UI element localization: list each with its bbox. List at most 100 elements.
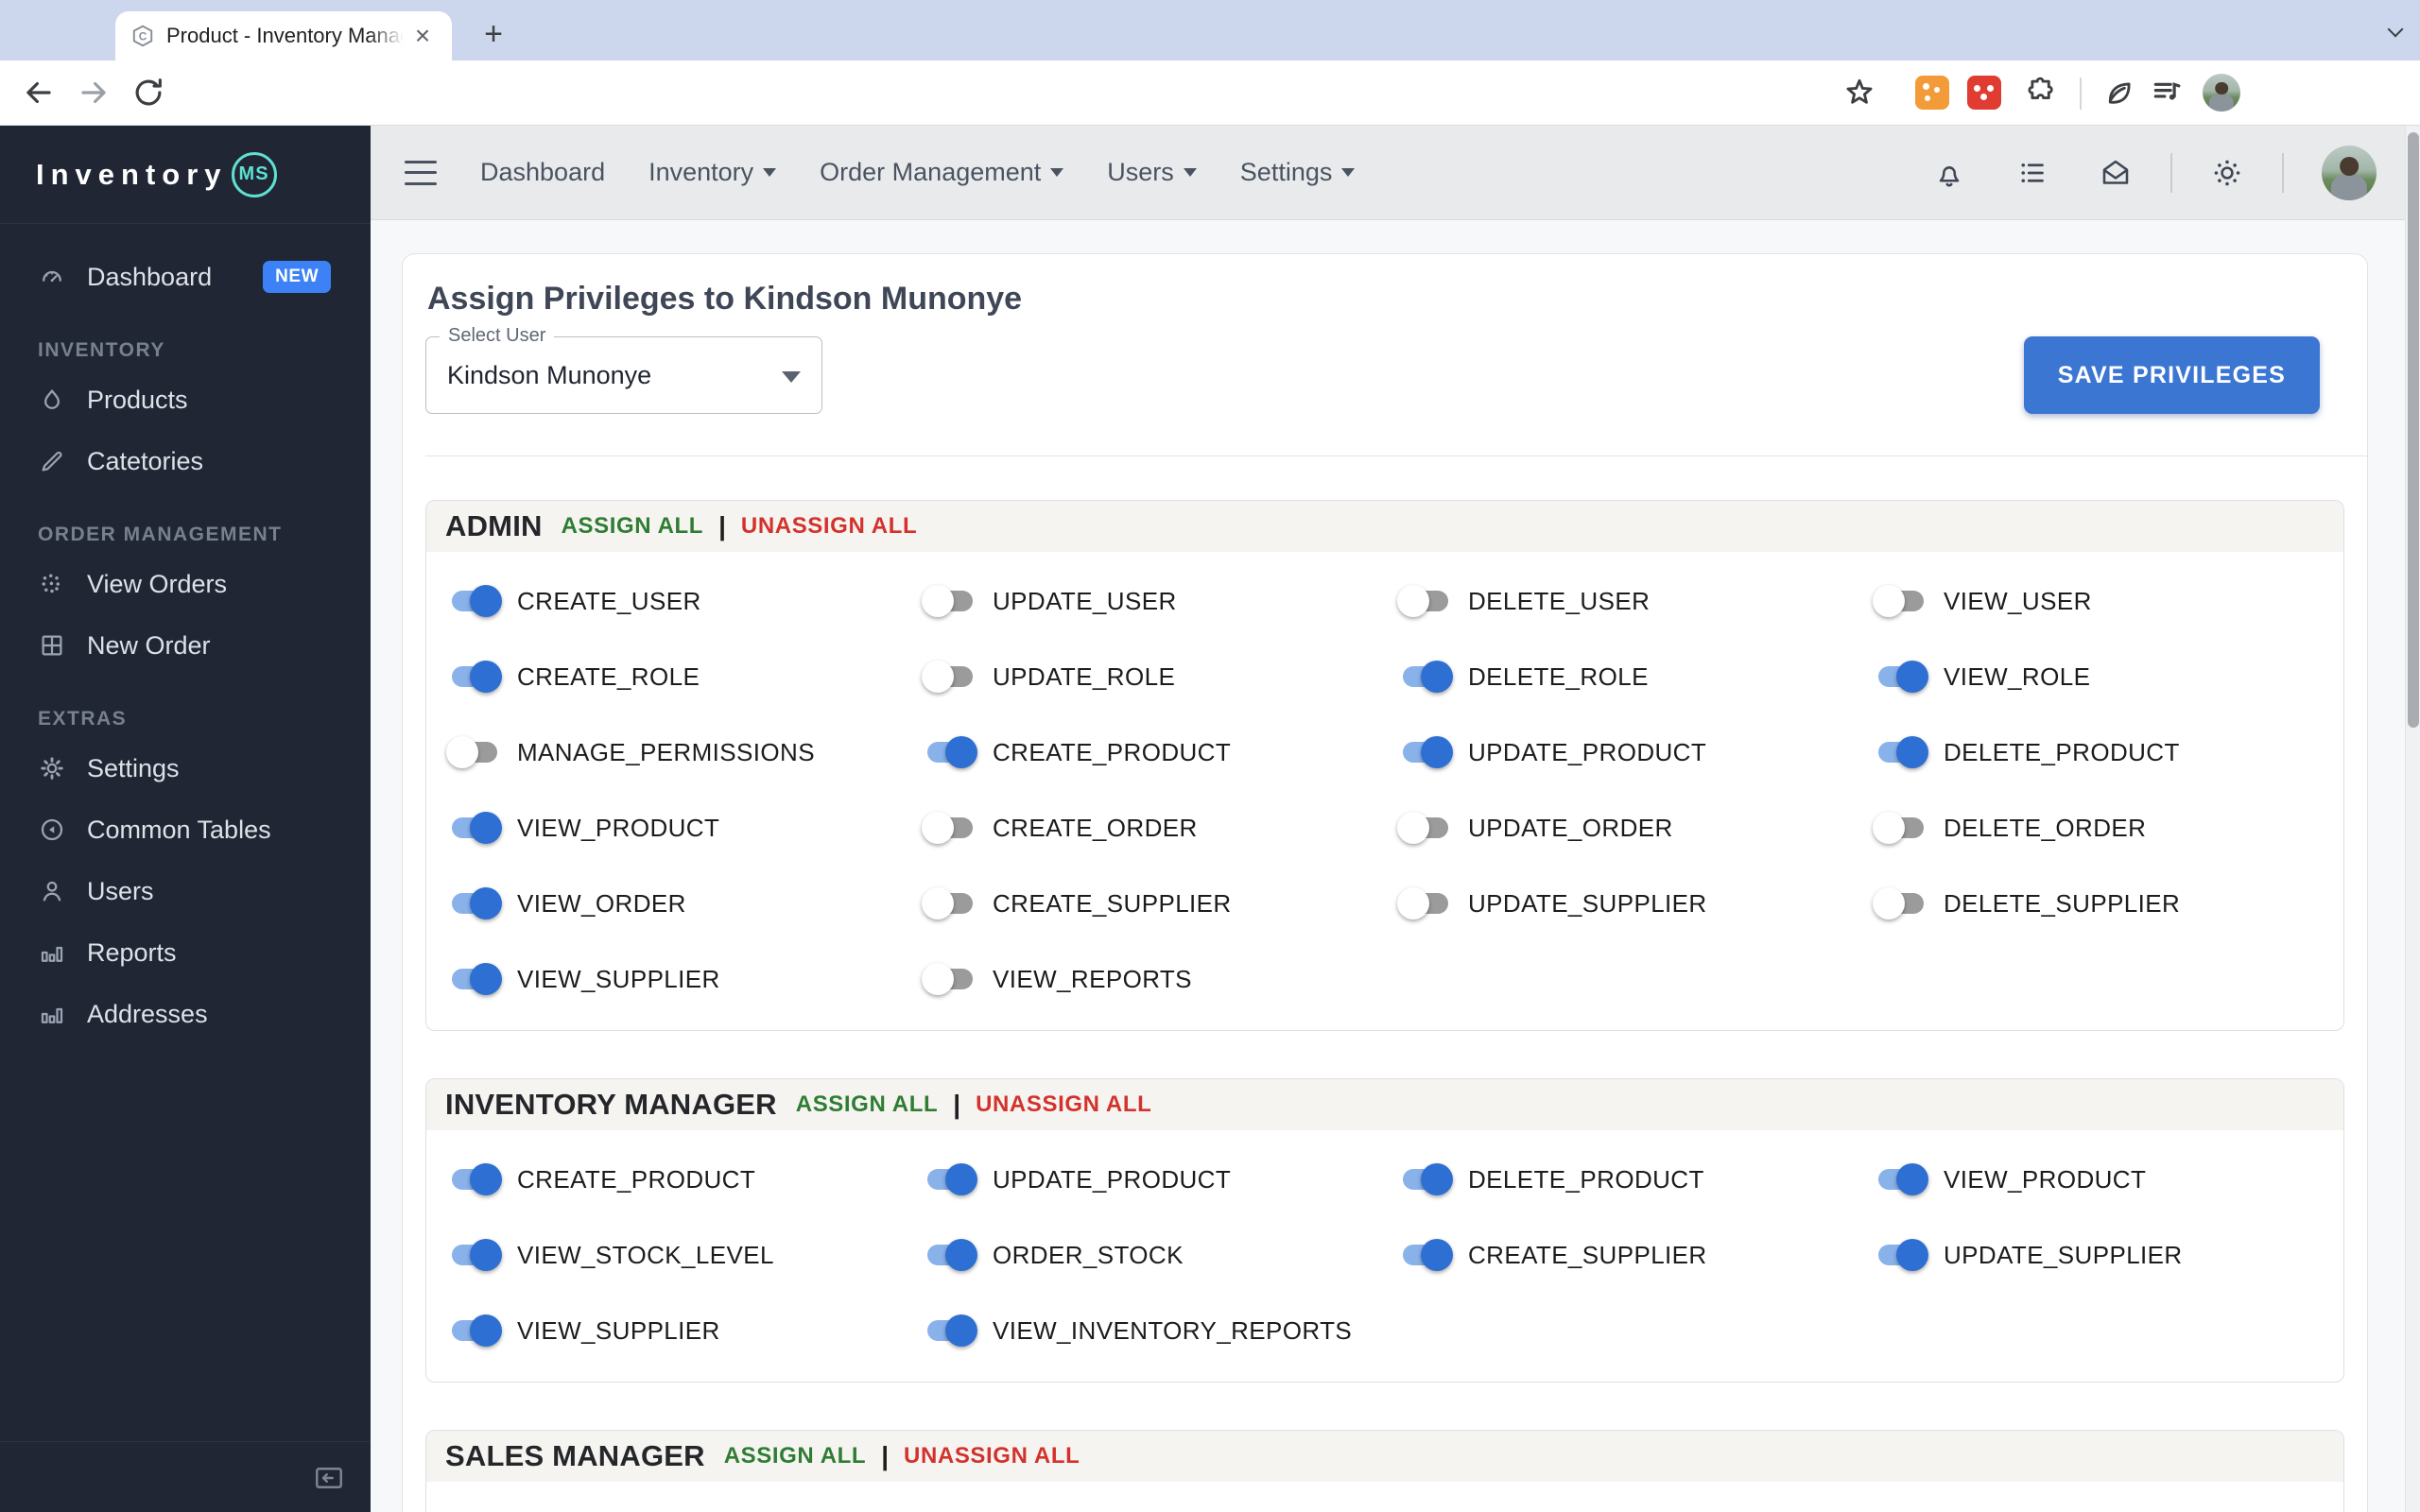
privilege-toggle[interactable] — [921, 733, 979, 771]
privileges-grid: VIEW_PRODUCTVIEW_STOCK_LEVELCREATE_ORDER… — [426, 1482, 2343, 1512]
sidebar-item-catetories[interactable]: Catetories — [0, 435, 371, 488]
privilege-view-role: VIEW_ROLE — [1860, 639, 2336, 714]
select-user-dropdown[interactable]: Select User Kindson Munonye — [425, 336, 822, 414]
role-title: SALES MANAGER — [445, 1439, 705, 1473]
nav-link-users[interactable]: Users — [1107, 158, 1197, 187]
window-scrollbar[interactable] — [2405, 126, 2420, 1512]
extension-orange-icon[interactable] — [1915, 76, 1949, 110]
tab-title: Product - Inventory Managem — [166, 24, 403, 48]
privilege-order-stock: ORDER_STOCK — [909, 1217, 1385, 1293]
mail-envelope-icon[interactable] — [2099, 156, 2133, 190]
bookmark-star-icon[interactable] — [1841, 75, 1877, 111]
sidebar-item-view-orders[interactable]: View Orders — [0, 558, 371, 610]
user-profile-avatar[interactable] — [2322, 146, 2377, 200]
privilege-toggle[interactable] — [1872, 733, 1930, 771]
privilege-create-product: CREATE_PRODUCT — [434, 1142, 909, 1217]
assign-all-button[interactable]: ASSIGN ALL — [724, 1443, 866, 1469]
privilege-label: UPDATE_SUPPLIER — [1468, 889, 1707, 919]
privilege-toggle[interactable] — [921, 885, 979, 922]
forward-icon[interactable] — [76, 75, 112, 111]
role-section-admin: ADMINASSIGN ALL|UNASSIGN ALLCREATE_USERU… — [425, 500, 2344, 1031]
privilege-toggle[interactable] — [445, 1160, 504, 1198]
privilege-toggle[interactable] — [1396, 809, 1455, 847]
privilege-toggle[interactable] — [1872, 582, 1930, 620]
privilege-toggle[interactable] — [921, 1160, 979, 1198]
save-privileges-button[interactable]: SAVE PRIVILEGES — [2024, 336, 2320, 414]
privilege-toggle[interactable] — [1396, 885, 1455, 922]
privilege-toggle[interactable] — [1872, 809, 1930, 847]
sidebar-item-common-tables[interactable]: Common Tables — [0, 803, 371, 856]
scrollbar-thumb[interactable] — [2408, 132, 2419, 728]
refresh-icon[interactable] — [130, 75, 166, 111]
unassign-all-button[interactable]: UNASSIGN ALL — [904, 1443, 1080, 1469]
privilege-toggle[interactable] — [445, 733, 504, 771]
tab-close-icon[interactable]: × — [406, 20, 439, 52]
browser-profile-avatar[interactable] — [2203, 74, 2240, 112]
privilege-toggle[interactable] — [921, 960, 979, 998]
privilege-toggle[interactable] — [921, 1236, 979, 1274]
sidebar-group-title-order-management: ORDER MANAGEMENT — [38, 524, 371, 546]
privilege-toggle[interactable] — [445, 1236, 504, 1274]
privilege-toggle[interactable] — [445, 1312, 504, 1349]
privilege-toggle[interactable] — [921, 658, 979, 696]
privilege-toggle[interactable] — [1872, 1160, 1930, 1198]
nav-link-order-management[interactable]: Order Management — [820, 158, 1063, 187]
new-badge: NEW — [263, 261, 331, 293]
privilege-toggle[interactable] — [1396, 1160, 1455, 1198]
privilege-toggle[interactable] — [1396, 733, 1455, 771]
privilege-toggle[interactable] — [1872, 1236, 1930, 1274]
sidebar-item-addresses[interactable]: Addresses — [0, 988, 371, 1040]
navbar-separator — [2170, 153, 2172, 193]
privilege-label: UPDATE_PRODUCT — [1468, 738, 1706, 767]
energy-leaf-icon[interactable] — [2100, 75, 2136, 111]
privilege-toggle[interactable] — [921, 809, 979, 847]
unassign-all-button[interactable]: UNASSIGN ALL — [976, 1091, 1151, 1118]
nav-link-settings[interactable]: Settings — [1240, 158, 1356, 187]
privilege-toggle[interactable] — [1396, 582, 1455, 620]
privilege-label: VIEW_PRODUCT — [1944, 1165, 2146, 1194]
nav-link-inventory[interactable]: Inventory — [648, 158, 776, 187]
privilege-toggle[interactable] — [921, 582, 979, 620]
sidebar-item-settings[interactable]: Settings — [0, 742, 371, 795]
privilege-view-product: VIEW_PRODUCT — [434, 1493, 909, 1512]
privilege-toggle[interactable] — [1872, 658, 1930, 696]
extension-mendeley-icon[interactable] — [1967, 76, 2001, 110]
unassign-all-button[interactable]: UNASSIGN ALL — [741, 513, 917, 540]
grid-icon — [38, 631, 66, 660]
privilege-toggle[interactable] — [445, 960, 504, 998]
sidebar-item-users[interactable]: Users — [0, 865, 371, 918]
sidebar-item-dashboard[interactable]: Dashboard NEW — [0, 250, 371, 303]
media-playlist-icon[interactable] — [2150, 75, 2186, 111]
privilege-create-order: CREATE_ORDER — [909, 790, 1385, 866]
notifications-bell-icon[interactable] — [1932, 156, 1966, 190]
sidebar-item-label: Addresses — [87, 1000, 208, 1029]
tab-list-chevron-icon[interactable] — [2390, 23, 2405, 38]
privilege-toggle[interactable] — [445, 885, 504, 922]
assign-all-button[interactable]: ASSIGN ALL — [796, 1091, 938, 1118]
back-icon[interactable] — [21, 75, 57, 111]
privilege-toggle[interactable] — [1396, 1236, 1455, 1274]
task-list-icon[interactable] — [2015, 156, 2049, 190]
sidebar-item-reports[interactable]: Reports — [0, 926, 371, 979]
assign-all-button[interactable]: ASSIGN ALL — [562, 513, 703, 540]
privilege-toggle[interactable] — [445, 809, 504, 847]
privilege-toggle[interactable] — [921, 1312, 979, 1349]
hamburger-menu-icon[interactable] — [405, 161, 437, 185]
privilege-toggle[interactable] — [1872, 885, 1930, 922]
new-tab-button[interactable]: + — [473, 13, 514, 55]
role-header: INVENTORY MANAGERASSIGN ALL|UNASSIGN ALL — [426, 1079, 2343, 1130]
app-logo[interactable]: Inventory MS — [0, 126, 371, 224]
browser-tab[interactable]: C Product - Inventory Managem × — [115, 11, 452, 60]
privilege-toggle[interactable] — [445, 582, 504, 620]
sidebar-group-title-extras: EXTRAS — [38, 708, 371, 730]
privilege-view-stock-level: VIEW_STOCK_LEVEL — [434, 1217, 909, 1293]
privilege-toggle[interactable] — [445, 658, 504, 696]
theme-sun-icon[interactable] — [2210, 156, 2244, 190]
role-header: SALES MANAGERASSIGN ALL|UNASSIGN ALL — [426, 1431, 2343, 1482]
extensions-puzzle-icon[interactable] — [2021, 75, 2057, 111]
sidebar-collapse-icon[interactable] — [312, 1461, 346, 1495]
privilege-toggle[interactable] — [1396, 658, 1455, 696]
nav-link-dashboard[interactable]: Dashboard — [480, 158, 605, 187]
sidebar-item-new-order[interactable]: New Order — [0, 619, 371, 672]
sidebar-item-products[interactable]: Products — [0, 373, 371, 426]
